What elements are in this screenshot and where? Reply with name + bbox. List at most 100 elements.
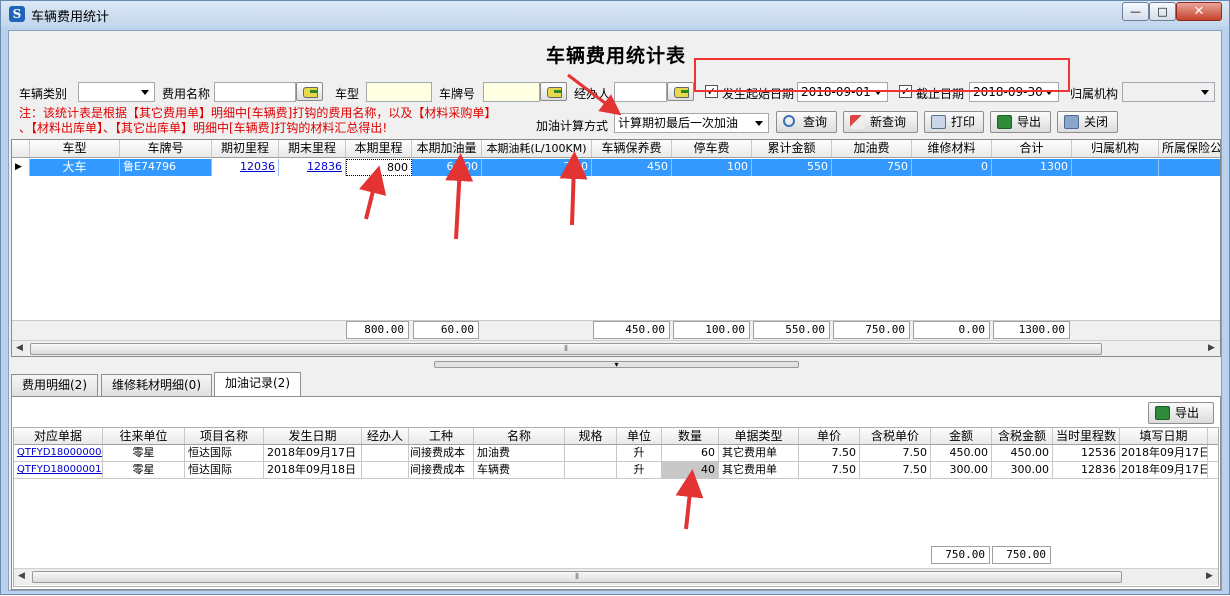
doc-link[interactable]: QTFYD180000003 — [17, 447, 102, 458]
col-header[interactable]: 名称 — [474, 428, 565, 444]
cell-quantity[interactable]: 60 — [662, 445, 719, 461]
start-mileage-link[interactable]: 12036 — [240, 160, 275, 173]
cell-total[interactable]: 1300 — [992, 159, 1072, 176]
cell-price[interactable]: 7.50 — [799, 445, 860, 461]
col-header[interactable]: 单位 — [617, 428, 662, 444]
start-date-checkbox[interactable]: ✓ — [705, 85, 718, 98]
col-header[interactable]: 含税单价 — [860, 428, 931, 444]
handler-input[interactable] — [614, 82, 667, 102]
cell-date[interactable]: 2018年09月18日 — [264, 462, 362, 478]
cell-unit[interactable]: 升 — [617, 445, 662, 461]
cell-partner[interactable]: 零星 — [103, 462, 185, 478]
plate-input[interactable] — [483, 82, 540, 102]
cell-name[interactable]: 车辆费 — [474, 462, 565, 478]
cell-period-fuel[interactable]: 60.00 — [412, 159, 482, 176]
handler-picker-button[interactable] — [667, 82, 694, 101]
cell-quantity-selected[interactable]: 40 — [662, 462, 719, 478]
scroll-left-icon[interactable]: ◀ — [16, 343, 23, 353]
org-select[interactable] — [1122, 82, 1215, 102]
col-header[interactable]: 金额 — [931, 428, 992, 444]
tab-fee-detail[interactable]: 费用明细(2) — [11, 374, 98, 396]
table-row[interactable]: ▶ 大车 鲁E74796 12036 12836 800 60.00 7.50 … — [12, 159, 1220, 176]
cell-spec[interactable] — [565, 462, 617, 478]
minimize-button[interactable]: — — [1122, 2, 1149, 21]
col-header[interactable]: 归属机构 — [1072, 140, 1159, 157]
end-date-checkbox[interactable]: ✓ — [899, 85, 912, 98]
cell-partner[interactable]: 零星 — [103, 445, 185, 461]
col-header[interactable]: 发生日期 — [264, 428, 362, 444]
fuel-calc-select[interactable]: 计算期初最后一次加油 — [614, 113, 769, 133]
col-header[interactable]: 对应单据 — [14, 428, 103, 444]
cell-fill-date[interactable]: 2018年09月17日 — [1120, 462, 1208, 478]
close-button[interactable]: 关闭 — [1057, 111, 1118, 133]
col-header[interactable]: 本期里程 — [346, 140, 412, 157]
scroll-right-icon[interactable]: ▶ — [1208, 343, 1215, 353]
col-header[interactable]: 当时里程数 — [1053, 428, 1120, 444]
cell-amount[interactable]: 300.00 — [931, 462, 992, 478]
cell-tax-amount[interactable]: 300.00 — [992, 462, 1053, 478]
cell-unit[interactable]: 升 — [617, 462, 662, 478]
cell-date[interactable]: 2018年09月17日 — [264, 445, 362, 461]
cell-work-type[interactable]: 间接费成本 — [409, 445, 474, 461]
fuel-record-grid[interactable]: 对应单据 往来单位 项目名称 发生日期 经办人 工种 名称 规格 单位 数量 单… — [13, 427, 1219, 587]
col-header[interactable]: 车辆保养费 — [592, 140, 672, 157]
col-header[interactable]: 往来单位 — [103, 428, 185, 444]
col-header[interactable]: 单据类型 — [719, 428, 799, 444]
cell-end-mileage-link[interactable]: 12836 — [279, 159, 346, 176]
col-header[interactable]: 停车费 — [672, 140, 752, 157]
scroll-left-icon[interactable]: ◀ — [18, 571, 25, 581]
cell-parking-fee[interactable]: 100 — [672, 159, 752, 176]
cell-doc-no[interactable]: QTFYD180000015 — [14, 462, 103, 478]
col-header[interactable]: 期末里程 — [279, 140, 346, 157]
detail-export-button[interactable]: 导出 — [1148, 402, 1214, 424]
cell-work-type[interactable]: 间接费成本 — [409, 462, 474, 478]
col-header[interactable]: 维修材料 — [912, 140, 992, 157]
col-header[interactable]: 填写日期 — [1120, 428, 1208, 444]
cell-tax-amount[interactable]: 450.00 — [992, 445, 1053, 461]
query-button[interactable]: 查询 — [776, 111, 837, 133]
cell-doc-type[interactable]: 其它费用单 — [719, 462, 799, 478]
cell-vehicle-type[interactable]: 大车 — [30, 159, 120, 176]
detail-grid-hscrollbar[interactable]: ◀ ⦀ ▶ — [14, 568, 1218, 585]
close-window-button[interactable]: ✕ — [1176, 2, 1222, 21]
col-header[interactable]: 项目名称 — [185, 428, 264, 444]
table-row[interactable]: QTFYD180000003 零星 恒达国际 2018年09月17日 间接费成本… — [14, 445, 1218, 462]
cell-name[interactable]: 加油费 — [474, 445, 565, 461]
scroll-right-icon[interactable]: ▶ — [1206, 571, 1213, 581]
cell-tax-price[interactable]: 7.50 — [860, 462, 931, 478]
scrollbar-thumb[interactable]: ⦀ — [30, 343, 1102, 355]
end-date-picker[interactable]: 2018-09-30 — [969, 82, 1059, 102]
col-header[interactable]: 累计金额 — [752, 140, 832, 157]
splitter-grip[interactable]: ▾ — [434, 361, 799, 369]
cell-maintenance-fee[interactable]: 450 — [592, 159, 672, 176]
cell-mileage[interactable]: 12836 — [1053, 462, 1120, 478]
main-grid-hscrollbar[interactable]: ◀ ⦀ ▶ — [12, 340, 1220, 356]
scrollbar-thumb[interactable]: ⦀ — [32, 571, 1122, 583]
vehicle-type-input[interactable] — [366, 82, 432, 102]
cell-handler[interactable] — [362, 462, 409, 478]
print-button[interactable]: 打印 — [924, 111, 984, 133]
fee-name-picker-button[interactable] — [296, 82, 323, 101]
cell-doc-no[interactable]: QTFYD180000003 — [14, 445, 103, 461]
col-header[interactable]: 单价 — [799, 428, 860, 444]
cell-amount[interactable]: 450.00 — [931, 445, 992, 461]
col-header[interactable]: 车型 — [30, 140, 120, 157]
cell-spec[interactable] — [565, 445, 617, 461]
maximize-button[interactable]: □ — [1149, 2, 1176, 21]
cell-period-mileage[interactable]: 800 — [346, 159, 412, 176]
col-header[interactable]: 本期加油量 — [412, 140, 482, 157]
cell-tax-price[interactable]: 7.50 — [860, 445, 931, 461]
col-header[interactable]: 规格 — [565, 428, 617, 444]
cell-mileage[interactable]: 12536 — [1053, 445, 1120, 461]
vehicle-cost-grid[interactable]: 车型 车牌号 期初里程 期末里程 本期里程 本期加油量 本期油耗(L/100KM… — [11, 139, 1221, 357]
doc-link[interactable]: QTFYD180000015 — [17, 464, 102, 475]
plate-picker-button[interactable] — [540, 82, 567, 101]
col-header[interactable]: 期初里程 — [212, 140, 279, 157]
cell-doc-type[interactable]: 其它费用单 — [719, 445, 799, 461]
panel-splitter[interactable]: ▾ — [9, 357, 1223, 371]
col-header[interactable]: 数量 — [662, 428, 719, 444]
start-date-picker[interactable]: 2018-09-01 — [797, 82, 888, 102]
cell-fill-date[interactable]: 2018年09月17日 — [1120, 445, 1208, 461]
cell-handler[interactable] — [362, 445, 409, 461]
col-header[interactable]: 经办人 — [362, 428, 409, 444]
